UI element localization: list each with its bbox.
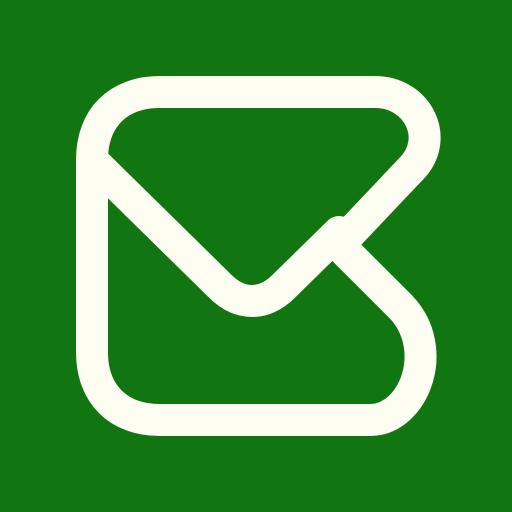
mail-envelope-icon xyxy=(0,0,512,512)
app-icon-tile xyxy=(0,0,512,512)
